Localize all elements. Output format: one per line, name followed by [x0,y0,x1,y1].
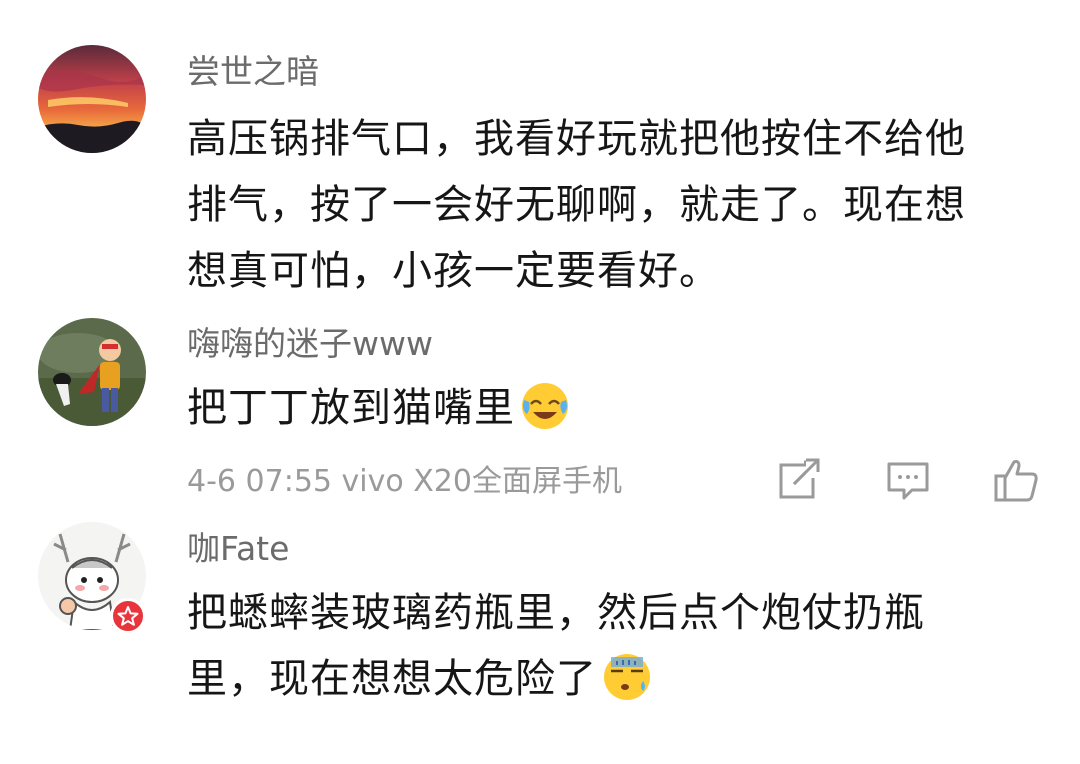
comment-text: 把丁丁放到猫嘴里 [187,375,1047,441]
comment-text-line: 排气，按了一会好无聊啊，就走了。现在想 [187,182,966,228]
comment-text-segment: 里，现在想想太危险了 [187,656,597,702]
star-icon [117,606,139,626]
laughing-crying-emoji-icon [522,383,568,429]
comment-text-line: 高压锅排气口，我看好玩就把他按住不给他 [187,116,966,162]
like-icon[interactable] [992,456,1040,504]
comment-text-line: 里，现在想想太危险了 [187,646,1047,712]
username[interactable]: 咖Fate [187,527,289,571]
share-icon[interactable] [776,456,824,504]
comment-text-line: 想真可怕，小孩一定要看好。 [187,248,720,294]
comment-text: 高压锅排气口，我看好玩就把他按住不给他 排气，按了一会好无聊啊，就走了。现在想 … [187,106,1047,304]
comment-text-line: 把丁丁放到猫嘴里 [187,385,515,431]
comment-text: 把蟋蟀装玻璃药瓶里，然后点个炮仗扔瓶 里，现在想想太危险了 [187,580,1047,712]
comment-text-line: 把蟋蟀装玻璃药瓶里，然后点个炮仗扔瓶 [187,590,925,636]
comment-icon[interactable] [884,456,932,504]
avatar[interactable] [38,318,146,426]
comment-meta: 4-6 07:55 vivo X20全面屏手机 [187,464,622,499]
avatar[interactable] [38,45,146,153]
verified-badge [110,598,146,634]
username[interactable]: 嗨嗨的迷子www [187,322,433,366]
sweating-emoji-icon [604,654,650,700]
username[interactable]: 尝世之暗 [187,50,319,94]
